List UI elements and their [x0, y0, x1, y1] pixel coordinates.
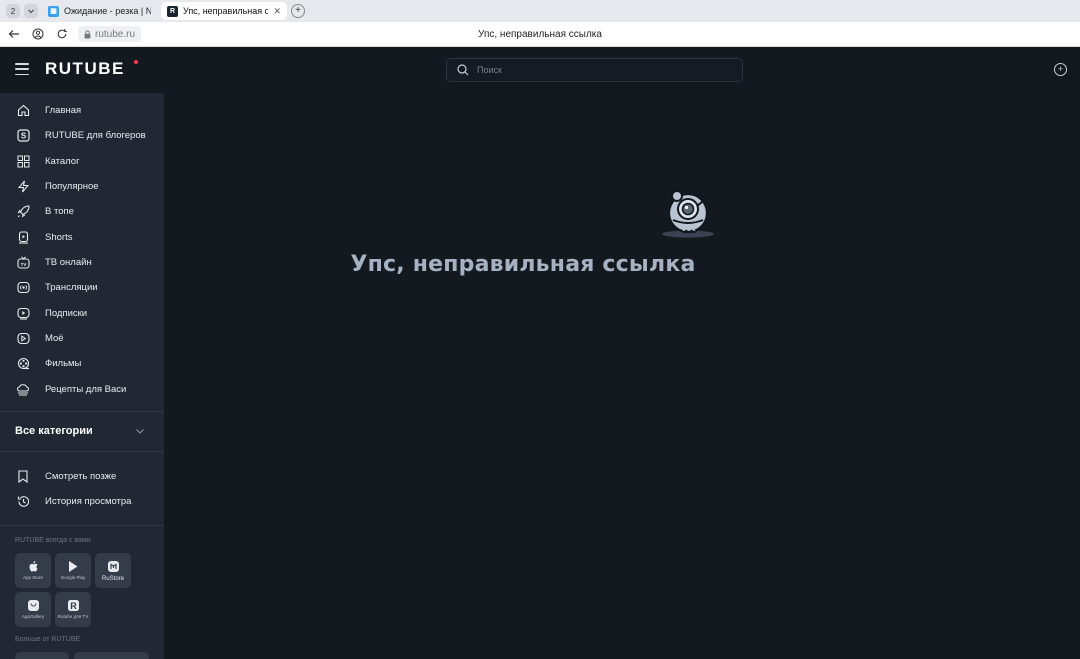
sidebar-item-top[interactable]: В топе [0, 199, 164, 224]
sidebar-divider [0, 525, 164, 526]
rutube-tv-icon: R [67, 600, 79, 612]
sad-character-icon [662, 190, 714, 238]
search-placeholder: Поиск [477, 65, 502, 75]
app-store-button[interactable]: App Store [15, 553, 51, 588]
address-bar: rutube.ru Упс, неправильная ссылка [0, 22, 1080, 47]
all-categories-toggle[interactable]: Все категории [0, 419, 164, 443]
app-header: RUTUBE Поиск + [0, 47, 1080, 93]
sidebar-item-label: Моё [45, 333, 64, 344]
back-icon[interactable] [4, 24, 24, 44]
google-play-button[interactable]: Google Play [55, 553, 91, 588]
upload-button[interactable]: + [1054, 63, 1067, 76]
store-label: Rutube для TV [57, 614, 89, 620]
sidebar-item-history[interactable]: История просмотра [0, 489, 164, 514]
bookmark-icon [16, 470, 30, 484]
rustore-button[interactable]: RuStore [95, 553, 131, 588]
new-tab-icon[interactable]: + [291, 4, 305, 18]
sidebar: Главная S RUTUBE для блогеров Каталог По… [0, 93, 164, 659]
browser-tab-bar: 2 ▦ Ожидание - резка | NEXT R Упс, непра… [0, 0, 1080, 22]
browser-tab-active[interactable]: R Упс, неправильная ссылка ✕ [161, 2, 287, 20]
more-caption: Больше от RUTUBE [15, 636, 81, 643]
sidebar-item-popular[interactable]: Популярное [0, 174, 164, 199]
store-label: AppGallery [21, 614, 45, 620]
popular-icon [16, 180, 30, 194]
sidebar-item-recipes[interactable]: Рецепты для Васи [0, 377, 164, 402]
home-icon [16, 104, 30, 118]
chef-hat-icon [16, 383, 30, 397]
browser-tab-waiting[interactable]: ▦ Ожидание - резка | NEXT [42, 2, 157, 20]
rutube-favicon-icon: R [167, 5, 178, 17]
error-title: Упс, неправильная ссылка [350, 252, 696, 277]
sidebar-item-subscriptions[interactable]: Подписки [0, 301, 164, 326]
more-link-pill[interactable] [15, 652, 69, 659]
apps-caption: RUTUBE всегда с вами [15, 537, 91, 544]
sidebar-item-label: Смотреть позже [45, 471, 117, 482]
yandex-id-icon[interactable] [28, 24, 48, 44]
sidebar-item-home[interactable]: Главная [0, 98, 164, 123]
sidebar-item-shorts[interactable]: Shorts [0, 225, 164, 250]
store-label: RuStore [101, 575, 124, 582]
menu-icon[interactable] [15, 63, 29, 75]
sidebar-item-label: В топе [45, 206, 74, 217]
svg-text:R: R [70, 601, 77, 611]
sidebar-item-label: Каталог [45, 156, 80, 167]
sidebar-item-label: Главная [45, 105, 82, 116]
sidebar-item-label: Популярное [45, 181, 99, 192]
sidebar-item-label: История просмотра [45, 496, 132, 507]
sidebar-divider [0, 411, 164, 412]
films-icon [16, 357, 30, 371]
store-label: Google Play [60, 575, 86, 581]
catalog-icon [16, 155, 30, 169]
tab-count-badge[interactable]: 2 [6, 4, 20, 18]
url-text: rutube.ru [95, 28, 136, 40]
studio-icon: S [16, 129, 30, 143]
main-content [164, 93, 1080, 659]
rocket-icon [16, 205, 30, 219]
shorts-icon [16, 231, 30, 245]
sidebar-item-label: RUTUBE для блогеров [45, 130, 146, 141]
close-icon[interactable]: ✕ [273, 6, 281, 17]
appgallery-button[interactable]: AppGallery [15, 592, 51, 627]
sidebar-item-live[interactable]: Трансляции [0, 275, 164, 300]
search-input[interactable]: Поиск [446, 58, 743, 82]
apple-icon [29, 561, 38, 572]
sidebar-item-label: Трансляции [45, 282, 98, 293]
sidebar-item-bloggers[interactable]: S RUTUBE для блогеров [0, 123, 164, 148]
google-play-icon [69, 561, 78, 573]
subscriptions-icon [16, 307, 30, 321]
next-favicon-icon: ▦ [48, 5, 59, 17]
more-link-pill[interactable] [74, 652, 149, 659]
page-heading: Упс, неправильная ссылка [478, 28, 602, 40]
sidebar-item-watch-later[interactable]: Смотреть позже [0, 464, 164, 489]
search-icon [457, 64, 469, 76]
sidebar-item-my[interactable]: Моё [0, 326, 164, 351]
lock-icon [84, 29, 91, 38]
sidebar-item-catalog[interactable]: Каталог [0, 149, 164, 174]
rustore-icon [107, 560, 119, 572]
history-icon [16, 495, 30, 509]
reload-icon[interactable] [52, 24, 72, 44]
sidebar-divider [0, 451, 164, 452]
appgallery-icon [27, 600, 39, 612]
url-field[interactable]: rutube.ru [78, 26, 142, 42]
sidebar-item-films[interactable]: Фильмы [0, 351, 164, 376]
svg-text:S: S [20, 132, 26, 141]
tab-title: Ожидание - резка | NEXT [64, 6, 151, 16]
sidebar-item-label: Подписки [45, 308, 88, 319]
sidebar-item-label: Shorts [45, 232, 73, 243]
store-label: App Store [22, 575, 43, 581]
live-icon [16, 281, 30, 295]
all-categories-label: Все категории [15, 425, 93, 437]
chevron-down-icon [136, 429, 144, 434]
rutube-tv-button[interactable]: R Rutube для TV [55, 592, 91, 627]
chevron-down-icon[interactable] [24, 4, 38, 18]
sidebar-item-label: Фильмы [45, 358, 82, 369]
my-icon [16, 332, 30, 346]
tab-title: Упс, неправильная ссылка [183, 6, 269, 16]
rutube-logo[interactable]: RUTUBE [45, 59, 125, 79]
logo-accent-dot [134, 60, 138, 64]
sidebar-item-label: Рецепты для Васи [45, 384, 127, 395]
